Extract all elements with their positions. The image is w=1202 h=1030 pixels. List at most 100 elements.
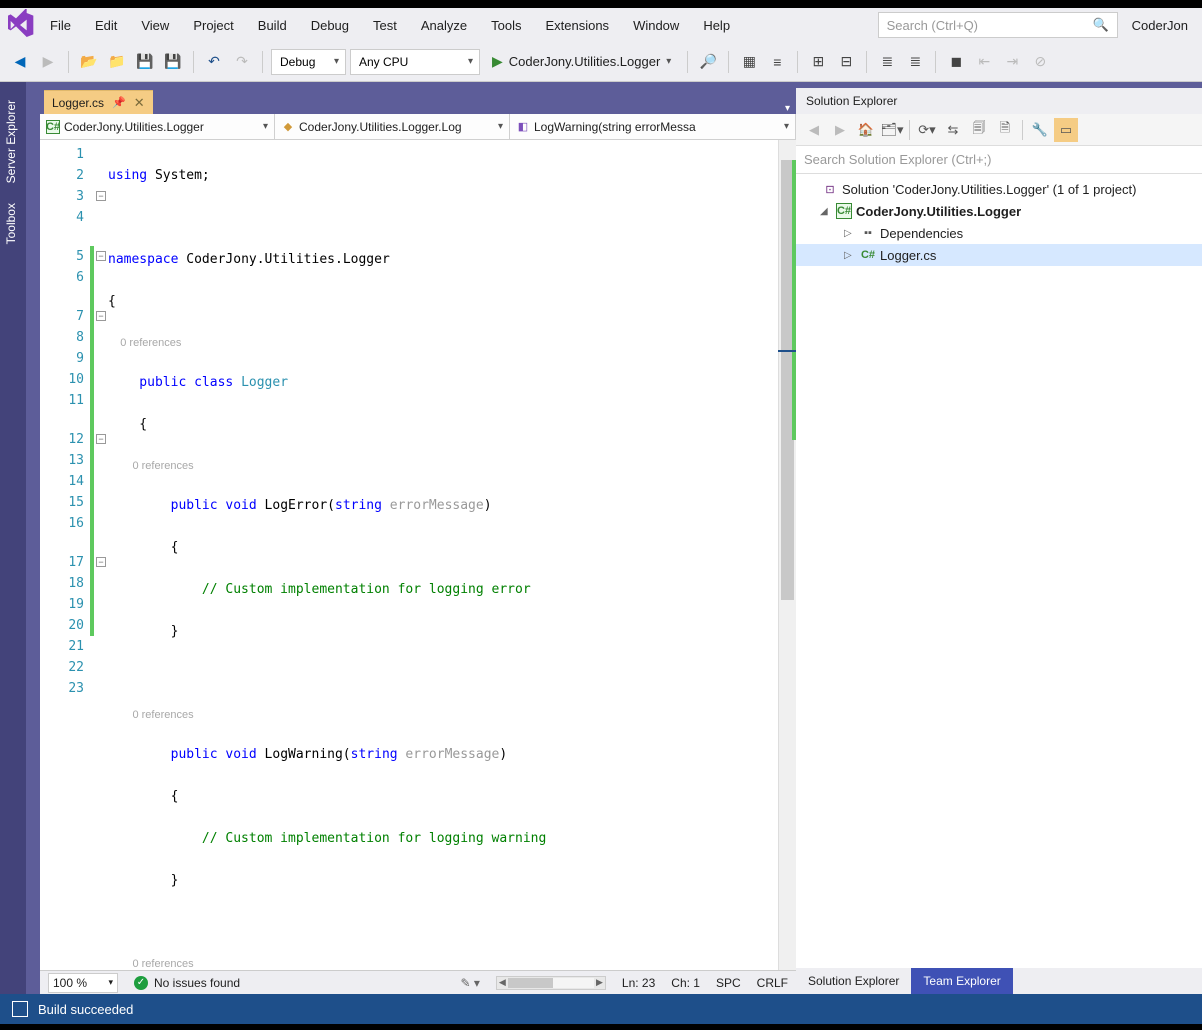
fold-column: − − − − −	[94, 140, 108, 970]
collapse-all-button[interactable]: 🗎	[993, 118, 1017, 142]
file-node-logger[interactable]: ▷ C# Logger.cs	[796, 244, 1202, 266]
status-bar: Build succeeded	[0, 994, 1202, 1024]
server-explorer-tab[interactable]: Server Explorer	[0, 90, 26, 193]
menu-debug[interactable]: Debug	[301, 14, 359, 37]
comment-button[interactable]: ⊞	[806, 50, 830, 74]
menu-analyze[interactable]: Analyze	[411, 14, 477, 37]
pending-changes-filter-button[interactable]: ⟳▾	[915, 118, 939, 142]
nav-member-label: LogWarning(string errorMessa	[534, 120, 696, 134]
start-debugging-button[interactable]: ▶ CoderJony.Utilities.Logger ▾	[484, 49, 679, 75]
codelens-references[interactable]: 0 references	[132, 958, 193, 970]
switch-views-button[interactable]: 🗂▾	[880, 118, 904, 142]
visual-studio-logo-icon	[4, 9, 36, 41]
project-label: CoderJony.Utilities.Logger	[856, 204, 1021, 219]
project-node[interactable]: ◢ C# CoderJony.Utilities.Logger	[796, 200, 1202, 222]
dependencies-icon: ▪▪	[860, 225, 876, 241]
codelens-references[interactable]: 0 references	[132, 709, 193, 721]
indent-indicator[interactable]: SPC	[716, 976, 741, 990]
fold-toggle[interactable]: −	[96, 251, 106, 261]
menu-build[interactable]: Build	[248, 14, 297, 37]
code-content[interactable]: using System; namespace CoderJony.Utilit…	[108, 140, 796, 970]
refresh-button[interactable]: 🗐	[967, 118, 991, 142]
solution-tree[interactable]: ⊡ Solution 'CoderJony.Utilities.Logger' …	[796, 174, 1202, 968]
menu-window[interactable]: Window	[623, 14, 689, 37]
status-message: Build succeeded	[38, 1002, 133, 1017]
tab-overflow-icon[interactable]: ▾	[785, 103, 790, 114]
toolbar-btn-2[interactable]: ≡	[765, 50, 789, 74]
eol-indicator[interactable]: CRLF	[757, 976, 788, 990]
fold-toggle[interactable]: −	[96, 434, 106, 444]
prev-bookmark-button: ⇤	[972, 50, 996, 74]
menu-edit[interactable]: Edit	[85, 14, 127, 37]
home-button[interactable]: 🏠	[854, 118, 878, 142]
next-bookmark-button: ⇥	[1000, 50, 1024, 74]
brush-icon[interactable]: ✎ ▾	[460, 976, 479, 990]
close-icon[interactable]: ✕	[134, 95, 145, 111]
document-tab-strip: Logger.cs 📌 ✕ ▾	[40, 88, 796, 114]
status-icon	[12, 1001, 28, 1017]
open-file-button[interactable]: 📁	[105, 50, 129, 74]
back-button: ◀	[802, 118, 826, 142]
user-name[interactable]: CoderJon	[1122, 14, 1198, 37]
nav-project-dropdown[interactable]: C# CoderJony.Utilities.Logger	[40, 114, 275, 139]
outdent-button[interactable]: ≣	[903, 50, 927, 74]
pin-icon[interactable]: 📌	[112, 96, 126, 109]
menu-extensions[interactable]: Extensions	[535, 14, 619, 37]
expander-icon[interactable]: ◢	[820, 206, 832, 217]
dependencies-node[interactable]: ▷ ▪▪ Dependencies	[796, 222, 1202, 244]
tab-label: Logger.cs	[52, 96, 104, 110]
sync-active-button[interactable]: ⇆	[941, 118, 965, 142]
menu-help[interactable]: Help	[693, 14, 740, 37]
toolbox-tab[interactable]: Toolbox	[0, 193, 26, 254]
fold-toggle[interactable]: −	[96, 557, 106, 567]
zoom-dropdown[interactable]: 100 %▾	[48, 973, 118, 993]
save-button[interactable]: 💾	[133, 50, 157, 74]
save-all-button[interactable]: 💾	[161, 50, 185, 74]
vertical-scrollbar[interactable]	[778, 140, 796, 970]
toolbar-btn-1[interactable]: ▦	[737, 50, 761, 74]
solution-explorer-search[interactable]: Search Solution Explorer (Ctrl+;)	[796, 146, 1202, 174]
codelens-references[interactable]: 0 references	[120, 337, 181, 349]
undo-button[interactable]: ↶	[202, 50, 226, 74]
menu-tools[interactable]: Tools	[481, 14, 531, 37]
csharp-file-icon: C#	[860, 247, 876, 263]
expander-icon[interactable]: ▷	[844, 250, 856, 261]
fold-toggle[interactable]: −	[96, 311, 106, 321]
search-placeholder: Search (Ctrl+Q)	[887, 18, 978, 33]
uncomment-button[interactable]: ⊟	[834, 50, 858, 74]
quick-launch-search[interactable]: Search (Ctrl+Q) 🔍	[878, 12, 1118, 38]
indent-button[interactable]: ≣	[875, 50, 899, 74]
nav-class-dropdown[interactable]: ◆ CoderJony.Utilities.Logger.Log	[275, 114, 510, 139]
new-project-button[interactable]: 📂	[77, 50, 101, 74]
start-target-label: CoderJony.Utilities.Logger	[509, 54, 661, 69]
properties-button[interactable]: 🔧	[1028, 118, 1052, 142]
team-explorer-tab[interactable]: Team Explorer	[911, 968, 1012, 994]
document-tab-logger[interactable]: Logger.cs 📌 ✕	[44, 90, 153, 114]
caret-marker	[778, 350, 796, 352]
nav-forward-button: ▶	[36, 50, 60, 74]
horizontal-scrollbar[interactable]: ◀▶	[496, 976, 606, 990]
solution-node[interactable]: ⊡ Solution 'CoderJony.Utilities.Logger' …	[796, 178, 1202, 200]
solution-platform-dropdown[interactable]: Any CPU	[350, 49, 480, 75]
menu-file[interactable]: File	[40, 14, 81, 37]
find-in-files-button[interactable]: 🔎	[696, 50, 720, 74]
nav-member-dropdown[interactable]: ◧ LogWarning(string errorMessa	[510, 114, 796, 139]
nav-back-button[interactable]: ◀	[8, 50, 32, 74]
forward-button: ▶	[828, 118, 852, 142]
menu-project[interactable]: Project	[183, 14, 243, 37]
menu-test[interactable]: Test	[363, 14, 407, 37]
solution-explorer-tab[interactable]: Solution Explorer	[796, 968, 911, 994]
check-icon: ✓	[134, 976, 148, 990]
method-icon: ◧	[516, 120, 530, 134]
nav-project-label: CoderJony.Utilities.Logger	[64, 120, 204, 134]
error-indicator[interactable]: ✓ No issues found	[134, 976, 240, 990]
show-all-files-button[interactable]: ▭	[1054, 118, 1078, 142]
bookmark-button[interactable]: ◼	[944, 50, 968, 74]
fold-toggle[interactable]: −	[96, 191, 106, 201]
expander-icon[interactable]: ▷	[844, 228, 856, 239]
code-editor[interactable]: 1234 56 7891011 1213141516 1718192021222…	[40, 140, 796, 970]
dependencies-label: Dependencies	[880, 226, 963, 241]
codelens-references[interactable]: 0 references	[132, 460, 193, 472]
solution-config-dropdown[interactable]: Debug	[271, 49, 346, 75]
menu-view[interactable]: View	[131, 14, 179, 37]
